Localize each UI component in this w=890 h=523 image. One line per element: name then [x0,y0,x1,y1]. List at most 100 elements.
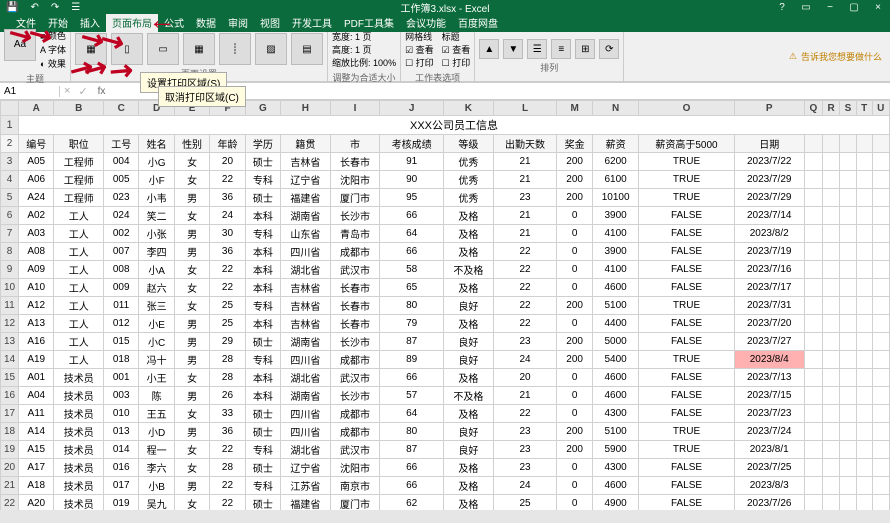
cell[interactable] [856,351,872,369]
print-area-button[interactable]: ▦ [183,33,215,65]
cell[interactable]: 2023/8/2 [734,225,804,243]
cell[interactable]: 200 [557,171,592,189]
cell[interactable]: 技术员 [54,387,104,405]
cell[interactable]: 4400 [592,315,639,333]
cell[interactable]: 良好 [444,441,494,459]
effects-button[interactable]: ◐ 效果 [40,57,66,70]
cell[interactable]: 4600 [592,477,639,495]
cell[interactable]: 3900 [592,243,639,261]
col-head-R[interactable]: R [822,101,839,116]
cell[interactable]: A19 [19,351,54,369]
row-head[interactable]: 3 [1,153,19,171]
cell[interactable]: 20 [210,153,245,171]
cell[interactable]: 专科 [245,297,280,315]
cell[interactable]: 湖北省 [281,441,331,459]
cell[interactable]: 21 [493,207,557,225]
cell[interactable] [840,261,857,279]
cell[interactable]: 女 [174,153,209,171]
minimize-icon[interactable]: − [818,2,842,13]
cell[interactable]: 10100 [592,189,639,207]
cell[interactable] [840,207,857,225]
tab-页面布局[interactable]: 页面布局 [106,13,158,32]
cell[interactable]: 山东省 [281,225,331,243]
cell[interactable] [822,315,839,333]
cell[interactable]: 4100 [592,261,639,279]
cell[interactable]: 长春市 [330,315,380,333]
cell[interactable]: 湖南省 [281,387,331,405]
cell[interactable] [804,315,822,333]
cell[interactable]: 市 [330,135,380,153]
cell[interactable]: 64 [380,225,444,243]
cell[interactable]: 小王 [139,369,174,387]
cell[interactable]: 硕士 [245,189,280,207]
cell[interactable]: 长沙市 [330,333,380,351]
align-button[interactable]: ≡ [551,39,571,59]
cell[interactable]: A09 [19,261,54,279]
cell[interactable]: 4600 [592,387,639,405]
sheet-area[interactable]: ABCDEFGHIJKLMNOPQRSTU 1XXX公司员工信息2编号职位工号姓… [0,100,890,510]
cell[interactable]: 成都市 [330,243,380,261]
cell[interactable]: 工人 [54,351,104,369]
cell[interactable]: 日期 [734,135,804,153]
cell[interactable]: 2023/8/4 [734,351,804,369]
cell[interactable]: 90 [380,171,444,189]
cell[interactable]: 本科 [245,387,280,405]
cell[interactable]: 21 [493,387,557,405]
cell[interactable] [856,459,872,477]
cell[interactable]: 003 [104,387,139,405]
cell[interactable] [872,171,890,189]
row-head[interactable]: 8 [1,243,19,261]
cell[interactable]: 5100 [592,423,639,441]
cell[interactable]: 22 [210,495,245,511]
cell[interactable]: 66 [380,207,444,225]
cell[interactable]: 016 [104,459,139,477]
cell[interactable]: FALSE [639,225,734,243]
row-head[interactable]: 12 [1,315,19,333]
background-button[interactable]: ▨ [255,33,287,65]
cell[interactable]: 优秀 [444,189,494,207]
cell[interactable] [804,351,822,369]
sheet-title-cell[interactable]: XXX公司员工信息 [19,116,890,135]
scale-input[interactable]: 100% [373,58,396,68]
cell[interactable]: 21 [493,225,557,243]
cell[interactable] [856,441,872,459]
cell[interactable]: 工人 [54,261,104,279]
cell[interactable]: 女 [174,495,209,511]
cell[interactable] [840,423,857,441]
cell[interactable]: 武汉市 [330,369,380,387]
cell[interactable]: 男 [174,351,209,369]
head-print-check[interactable]: ☐ 打印 [442,56,471,69]
cell[interactable]: 0 [557,261,592,279]
cell[interactable] [872,189,890,207]
cell[interactable]: 2023/7/13 [734,369,804,387]
height-select[interactable]: 1 页 [355,45,372,55]
tab-开发工具[interactable]: 开发工具 [286,13,338,32]
cell[interactable]: 4600 [592,279,639,297]
cell[interactable]: 019 [104,495,139,511]
cell[interactable]: 良好 [444,297,494,315]
cell[interactable]: 李四 [139,243,174,261]
cell[interactable]: 014 [104,441,139,459]
cell[interactable] [822,171,839,189]
col-head-H[interactable]: H [281,101,331,116]
cell[interactable]: 女 [174,207,209,225]
cell[interactable]: 及格 [444,315,494,333]
cell[interactable]: 2023/8/1 [734,441,804,459]
cell[interactable]: 2023/7/20 [734,315,804,333]
cell[interactable]: 0 [557,279,592,297]
grid-print-check[interactable]: ☐ 打印 [405,56,434,69]
cell[interactable]: 79 [380,315,444,333]
cell[interactable]: A15 [19,441,54,459]
cell[interactable]: 小A [139,261,174,279]
cell[interactable] [822,279,839,297]
cell[interactable]: 2023/7/19 [734,243,804,261]
cell[interactable]: 技术员 [54,369,104,387]
cell[interactable]: 优秀 [444,153,494,171]
cell[interactable]: 男 [174,423,209,441]
cell[interactable]: 0 [557,459,592,477]
cell[interactable]: 23 [493,189,557,207]
cell[interactable] [804,387,822,405]
cell[interactable]: A18 [19,477,54,495]
cell[interactable]: 出勤天数 [493,135,557,153]
cell[interactable]: 小张 [139,225,174,243]
